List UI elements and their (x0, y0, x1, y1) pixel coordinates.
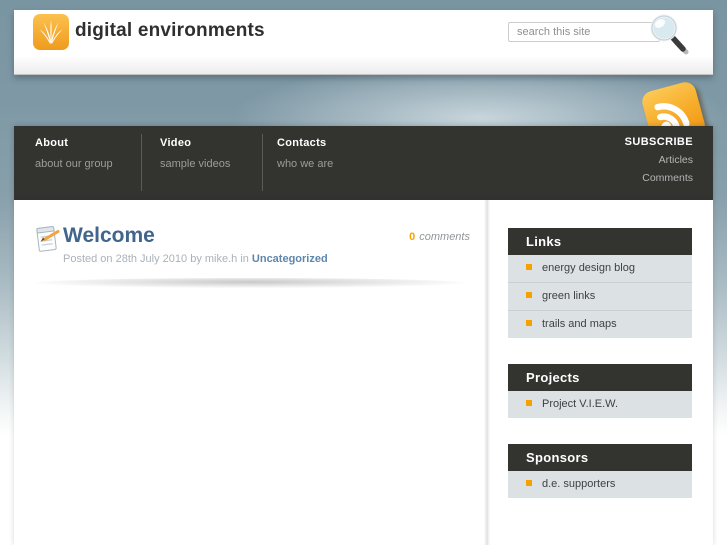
main-navigation: About about our group Video sample video… (14, 126, 713, 200)
nav-divider (141, 134, 142, 191)
sidebar-link[interactable]: Project V.I.E.W. (508, 391, 692, 418)
sidebar-link[interactable]: d.e. supporters (508, 471, 692, 498)
sidebar-section-sponsors: Sponsors d.e. supporters (508, 444, 692, 498)
sidebar-section-body: energy design blog green links trails an… (508, 255, 692, 338)
bullet-icon (526, 264, 532, 270)
subscribe-label: SUBSCRIBE (624, 136, 693, 148)
site-title[interactable]: digital environments (75, 20, 265, 42)
sidebar-section-body: d.e. supporters (508, 471, 692, 498)
bullet-icon (526, 480, 532, 486)
post-divider (35, 278, 465, 288)
sidebar-section-title: Sponsors (508, 444, 692, 471)
site-header: digital environments (14, 10, 713, 75)
nav-label: About (35, 137, 69, 149)
post-meta: Posted on 28th July 2010 by mike.h in Unc… (63, 253, 328, 265)
search-input[interactable] (508, 22, 660, 42)
post-title[interactable]: Welcome (63, 224, 155, 248)
nav-label: Video (160, 137, 192, 149)
subscribe-comments-link[interactable]: Comments (625, 172, 693, 184)
column-separator (484, 200, 490, 545)
sidebar-section-body: Project V.I.E.W. (508, 391, 692, 418)
content-area: Welcome Posted on 28th July 2010 by mike… (14, 200, 713, 545)
sidebar-link[interactable]: energy design blog (508, 255, 692, 282)
post-meta-text: Posted on 28th July 2010 by mike.h in (63, 253, 249, 265)
nav-label: Contacts (277, 137, 327, 149)
bullet-icon (526, 320, 532, 326)
sidebar-section-title: Projects (508, 364, 692, 391)
sidebar-section-projects: Projects Project V.I.E.W. (508, 364, 692, 418)
bullet-icon (526, 400, 532, 406)
nav-item-contacts[interactable]: Contacts who we are (277, 137, 333, 170)
notepad-pencil-icon (30, 223, 62, 255)
nav-divider (262, 134, 263, 191)
sidebar-link-label: green links (542, 290, 596, 302)
magnifier-icon[interactable] (646, 11, 694, 59)
post-category-link[interactable]: Uncategorized (252, 253, 328, 265)
grass-logo-icon[interactable] (33, 14, 69, 50)
nav-sublabel: sample videos (160, 158, 231, 170)
comments-label: comments (419, 231, 470, 243)
comments-count: 0 (409, 231, 416, 243)
nav-item-about[interactable]: About about our group (35, 137, 113, 170)
sidebar: Links energy design blog green links tra… (508, 228, 692, 524)
nav-item-video[interactable]: Video sample videos (160, 137, 230, 170)
subscribe-block: SUBSCRIBE Articles Comments (625, 136, 693, 184)
sidebar-link-label: Project V.I.E.W. (542, 398, 619, 410)
subscribe-articles-link[interactable]: Articles (625, 154, 693, 166)
sidebar-link-label: energy design blog (542, 262, 635, 274)
sidebar-section-title: Links (508, 228, 692, 255)
sidebar-link-label: trails and maps (542, 318, 617, 330)
bullet-icon (526, 292, 532, 298)
sidebar-link[interactable]: green links (508, 282, 692, 310)
sidebar-link-label: d.e. supporters (542, 478, 616, 490)
nav-sublabel: about our group (35, 158, 113, 170)
sidebar-link[interactable]: trails and maps (508, 310, 692, 338)
nav-sublabel: who we are (277, 158, 334, 170)
post-comments-link[interactable]: 0 comments (270, 231, 470, 243)
sidebar-section-links: Links energy design blog green links tra… (508, 228, 692, 338)
